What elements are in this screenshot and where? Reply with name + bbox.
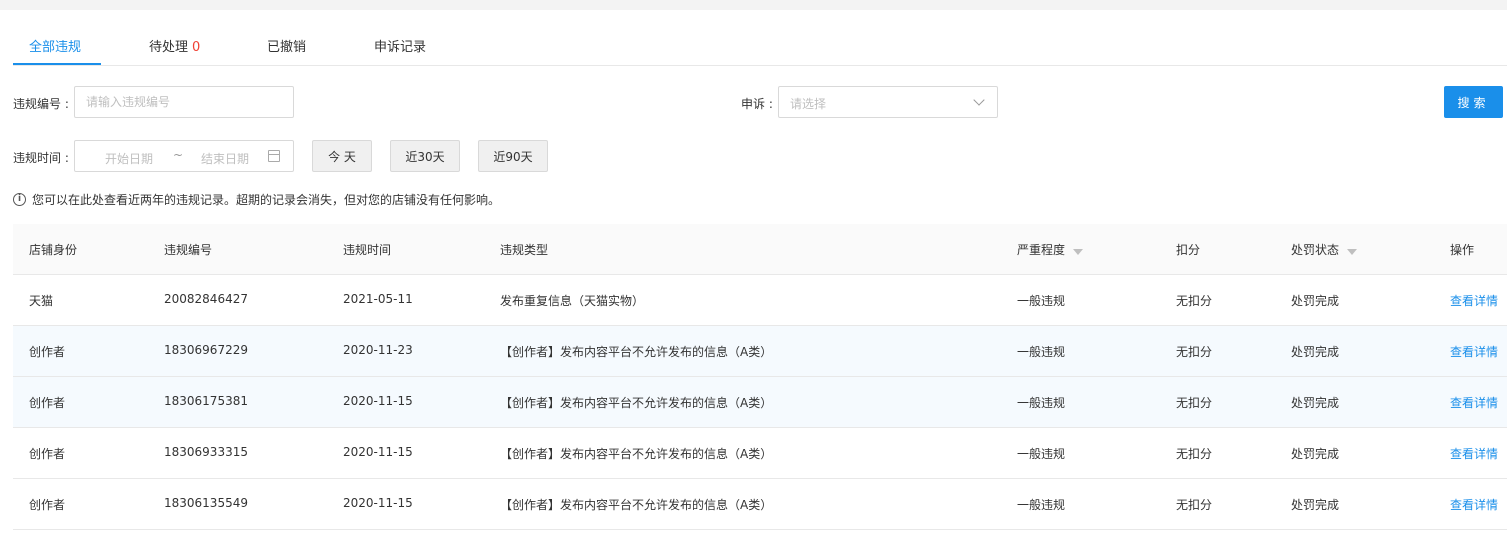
table-row: 创作者 18306933315 2020-11-15 【创作者】发布内容平台不允… bbox=[13, 428, 1507, 479]
last-30-days-button[interactable]: 近30天 bbox=[390, 140, 460, 172]
header-violation-time: 违规时间 bbox=[343, 243, 392, 257]
start-date-placeholder: 开始日期 bbox=[105, 152, 154, 166]
tab-all-violations[interactable]: 全部违规 bbox=[29, 36, 81, 55]
today-button[interactable]: 今 天 bbox=[312, 140, 372, 172]
cell-severity: 一般违规 bbox=[1017, 345, 1066, 359]
table-row: 创作者 18306967229 2020-11-23 【创作者】发布内容平台不允… bbox=[13, 326, 1507, 377]
table-row: 创作者 18306175381 2020-11-15 【创作者】发布内容平台不允… bbox=[13, 377, 1507, 428]
header-actions: 操作 bbox=[1450, 243, 1475, 257]
tab-pending[interactable]: 待处理 0 bbox=[149, 36, 200, 55]
cell-severity: 一般违规 bbox=[1017, 294, 1066, 308]
cell-violation-id: 18306135549 bbox=[164, 496, 248, 510]
cell-points: 无扣分 bbox=[1176, 345, 1213, 359]
appeal-select[interactable]: 请选择 bbox=[778, 86, 998, 118]
cell-violation-type: 发布重复信息（天猫实物） bbox=[500, 294, 645, 308]
cell-points: 无扣分 bbox=[1176, 498, 1213, 512]
table-row: 创作者 18306135549 2020-11-15 【创作者】发布内容平台不允… bbox=[13, 479, 1507, 530]
date-range-picker[interactable]: 开始日期 ~ 结束日期 bbox=[74, 140, 294, 172]
status-filter-icon[interactable] bbox=[1347, 249, 1358, 255]
cell-violation-id: 18306967229 bbox=[164, 343, 248, 357]
header-penalty-status: 处罚状态 bbox=[1291, 241, 1358, 258]
view-details-link[interactable]: 查看详情 bbox=[1450, 343, 1498, 360]
cell-penalty-status: 处罚完成 bbox=[1291, 498, 1340, 512]
header-violation-type: 违规类型 bbox=[500, 243, 549, 257]
calendar-icon bbox=[268, 150, 280, 162]
violations-table: 店铺身份 违规编号 违规时间 违规类型 严重程度 扣分 处罚状态 操作 天猫 2… bbox=[13, 224, 1507, 530]
tab-revoked[interactable]: 已撤销 bbox=[267, 36, 306, 55]
cell-store-identity: 创作者 bbox=[29, 345, 66, 359]
tab-pending-count: 0 bbox=[192, 40, 201, 55]
violations-page: 全部违规 待处理0 已撤销 申诉记录 违规编号 : 申诉 : 请选择 搜索 违规… bbox=[0, 10, 1507, 546]
header-severity-label: 严重程度 bbox=[1017, 243, 1066, 257]
cell-store-identity: 创作者 bbox=[29, 498, 66, 512]
cell-violation-time: 2021-05-11 bbox=[343, 292, 413, 306]
table-header: 店铺身份 违规编号 违规时间 违规类型 严重程度 扣分 处罚状态 操作 bbox=[13, 224, 1507, 275]
cell-points: 无扣分 bbox=[1176, 447, 1213, 461]
active-tab-indicator bbox=[13, 63, 101, 65]
cell-violation-id: 20082846427 bbox=[164, 292, 248, 306]
info-icon: i bbox=[13, 193, 26, 206]
cell-violation-time: 2020-11-15 bbox=[343, 445, 413, 459]
cell-violation-type: 【创作者】发布内容平台不允许发布的信息（A类） bbox=[500, 345, 773, 359]
appeal-label: 申诉 : bbox=[741, 97, 773, 111]
notice-text: 您可以在此处查看近两年的违规记录。超期的记录会消失，但对您的店铺没有任何影响。 bbox=[32, 193, 501, 207]
violation-id-label: 违规编号 : bbox=[13, 97, 69, 111]
cell-store-identity: 创作者 bbox=[29, 396, 66, 410]
cell-severity: 一般违规 bbox=[1017, 498, 1066, 512]
cell-violation-type: 【创作者】发布内容平台不允许发布的信息（A类） bbox=[500, 447, 773, 461]
end-date-placeholder: 结束日期 bbox=[201, 152, 250, 166]
cell-violation-type: 【创作者】发布内容平台不允许发布的信息（A类） bbox=[500, 498, 773, 512]
cell-points: 无扣分 bbox=[1176, 294, 1213, 308]
cell-violation-time: 2020-11-15 bbox=[343, 394, 413, 408]
cell-violation-id: 18306175381 bbox=[164, 394, 248, 408]
tab-appeal-records[interactable]: 申诉记录 bbox=[374, 36, 426, 55]
cell-severity: 一般违规 bbox=[1017, 447, 1066, 461]
table-row: 天猫 20082846427 2021-05-11 发布重复信息（天猫实物） 一… bbox=[13, 275, 1507, 326]
view-details-link[interactable]: 查看详情 bbox=[1450, 292, 1498, 309]
view-details-link[interactable]: 查看详情 bbox=[1450, 445, 1498, 462]
cell-penalty-status: 处罚完成 bbox=[1291, 345, 1340, 359]
view-details-link[interactable]: 查看详情 bbox=[1450, 394, 1498, 411]
cell-violation-id: 18306933315 bbox=[164, 445, 248, 459]
cell-points: 无扣分 bbox=[1176, 396, 1213, 410]
view-details-link[interactable]: 查看详情 bbox=[1450, 496, 1498, 513]
cell-penalty-status: 处罚完成 bbox=[1291, 294, 1340, 308]
cell-store-identity: 创作者 bbox=[29, 447, 66, 461]
cell-violation-time: 2020-11-23 bbox=[343, 343, 413, 357]
appeal-select-placeholder: 请选择 bbox=[790, 97, 827, 111]
violation-id-input[interactable] bbox=[75, 87, 293, 117]
date-separator: ~ bbox=[173, 148, 184, 162]
header-store-identity: 店铺身份 bbox=[29, 243, 78, 257]
cell-penalty-status: 处罚完成 bbox=[1291, 396, 1340, 410]
cell-severity: 一般违规 bbox=[1017, 396, 1066, 410]
header-penalty-status-label: 处罚状态 bbox=[1291, 243, 1340, 257]
retention-notice: i 您可以在此处查看近两年的违规记录。超期的记录会消失，但对您的店铺没有任何影响… bbox=[13, 191, 500, 208]
violation-time-label: 违规时间 : bbox=[13, 151, 69, 165]
severity-filter-icon[interactable] bbox=[1073, 249, 1084, 255]
header-points: 扣分 bbox=[1176, 243, 1201, 257]
cell-store-identity: 天猫 bbox=[29, 294, 54, 308]
cell-violation-time: 2020-11-15 bbox=[343, 496, 413, 510]
tab-pending-label: 待处理 bbox=[149, 40, 189, 55]
header-severity: 严重程度 bbox=[1017, 241, 1084, 258]
chevron-down-icon bbox=[973, 94, 985, 106]
tab-bar: 全部违规 待处理 0 已撤销 申诉记录 bbox=[13, 10, 1507, 66]
header-violation-id: 违规编号 bbox=[164, 243, 213, 257]
last-90-days-button[interactable]: 近90天 bbox=[478, 140, 548, 172]
cell-penalty-status: 处罚完成 bbox=[1291, 447, 1340, 461]
cell-violation-type: 【创作者】发布内容平台不允许发布的信息（A类） bbox=[500, 396, 773, 410]
violation-id-field bbox=[74, 86, 294, 118]
search-button[interactable]: 搜索 bbox=[1444, 86, 1503, 118]
